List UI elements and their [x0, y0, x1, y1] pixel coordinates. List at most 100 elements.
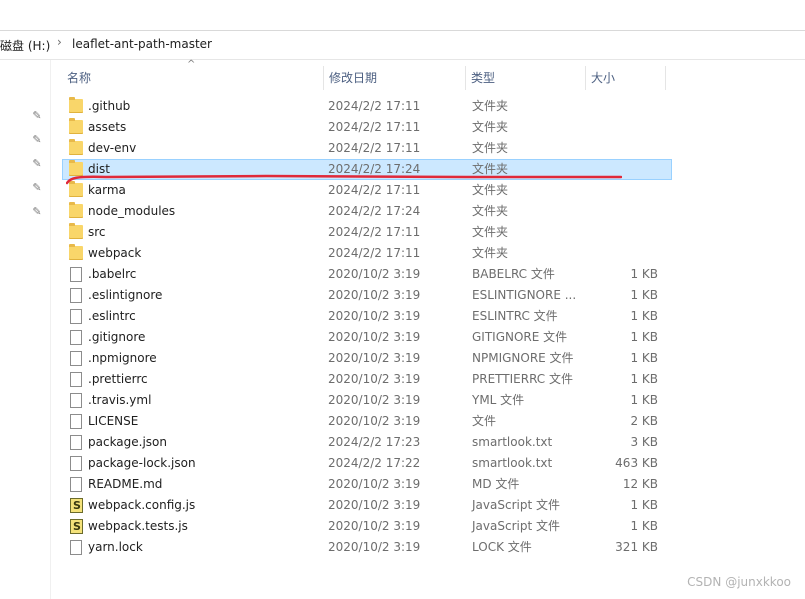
file-name: .npmignore [88, 351, 157, 365]
folder-icon [69, 202, 83, 218]
file-row[interactable]: README.md 2020/10/2 3:19 MD 文件 12 KB [62, 474, 672, 495]
file-icon [70, 330, 82, 345]
file-icon [70, 540, 82, 555]
file-type: ESLINTIGNORE ... [472, 288, 577, 302]
file-size: 321 KB [615, 540, 658, 554]
file-icon [70, 414, 82, 429]
file-row[interactable]: assets 2024/2/2 17:11 文件夹 [62, 117, 672, 138]
folder-icon [69, 244, 83, 260]
pin-icon[interactable]: ✎ [31, 206, 43, 218]
folder-icon [69, 139, 83, 155]
file-row[interactable]: .travis.yml 2020/10/2 3:19 YML 文件 1 KB [62, 390, 672, 411]
file-icon [70, 393, 82, 408]
file-date: 2024/2/2 17:11 [328, 141, 421, 155]
file-row[interactable]: src 2024/2/2 17:11 文件夹 [62, 222, 672, 243]
file-icon [70, 351, 82, 366]
column-header-name-label: 名称 [67, 71, 92, 85]
address-bar[interactable]: 磁盘 (H:) › leaflet-ant-path-master [0, 30, 805, 60]
file-type: 文件夹 [472, 99, 509, 113]
file-date: 2020/10/2 3:19 [328, 540, 421, 554]
file-size: 1 KB [630, 351, 658, 365]
file-type: GITIGNORE 文件 [472, 330, 568, 344]
file-list: .github 2024/2/2 17:11 文件夹 assets 2024/2/2 1… [62, 96, 672, 558]
file-date: 2020/10/2 3:19 [328, 414, 421, 428]
column-header-type[interactable]: 类型 [466, 64, 586, 92]
breadcrumb-drive[interactable]: 磁盘 (H:) [0, 37, 50, 54]
file-size: 463 KB [615, 456, 658, 470]
pin-icon[interactable]: ✎ [31, 158, 43, 170]
file-row[interactable]: .babelrc 2020/10/2 3:19 BABELRC 文件 1 KB [62, 264, 672, 285]
folder-icon [69, 223, 83, 239]
file-date: 2020/10/2 3:19 [328, 393, 421, 407]
file-date: 2020/10/2 3:19 [328, 288, 421, 302]
file-type: LOCK 文件 [472, 540, 532, 554]
file-row[interactable]: node_modules 2024/2/2 17:24 文件夹 [62, 201, 672, 222]
file-name: LICENSE [88, 414, 139, 428]
file-row[interactable]: .prettierrc 2020/10/2 3:19 PRETTIERRC 文件 1 … [62, 369, 672, 390]
file-type: JavaScript 文件 [472, 519, 560, 533]
file-type: smartlook.txt [472, 456, 553, 470]
file-type: 文件夹 [472, 204, 509, 218]
pin-icon[interactable]: ✎ [31, 182, 43, 194]
file-row[interactable]: package.json 2024/2/2 17:23 smartlook.txt 3… [62, 432, 672, 453]
file-icon [70, 435, 82, 450]
navigation-pane: ✎ ✎ ✎ ✎ ✎ [0, 60, 51, 599]
file-date: 2020/10/2 3:19 [328, 477, 421, 491]
file-date: 2020/10/2 3:19 [328, 519, 421, 533]
file-date: 2020/10/2 3:19 [328, 351, 421, 365]
file-row[interactable]: LICENSE 2020/10/2 3:19 文件 2 KB [62, 411, 672, 432]
file-icon [70, 309, 82, 324]
file-type: 文件夹 [472, 141, 509, 155]
file-size: 1 KB [630, 309, 658, 323]
file-type: 文件夹 [472, 120, 509, 134]
file-size: 1 KB [630, 372, 658, 386]
file-row[interactable]: .eslintignore 2020/10/2 3:19 ESLINTIGNORE … [62, 285, 672, 306]
pin-icon[interactable]: ✎ [31, 134, 43, 146]
file-row[interactable]: dev-env 2024/2/2 17:11 文件夹 [62, 138, 672, 159]
pin-icon[interactable]: ✎ [31, 110, 43, 122]
column-header-type-label: 类型 [471, 71, 496, 85]
breadcrumb-chevron-icon[interactable]: › [57, 35, 62, 49]
file-row[interactable]: .npmignore 2020/10/2 3:19 NPMIGNORE 文件 1 KB [62, 348, 672, 369]
file-date: 2020/10/2 3:19 [328, 372, 421, 386]
file-size: 12 KB [622, 477, 658, 491]
column-header-size[interactable]: 大小 [586, 64, 666, 92]
file-size: 1 KB [630, 519, 658, 533]
file-icon [70, 477, 82, 492]
file-name: .eslintrc [88, 309, 136, 323]
file-type: BABELRC 文件 [472, 267, 555, 281]
folder-icon [69, 97, 83, 113]
column-header-row: ^ 名称 修改日期 类型 大小 [62, 59, 672, 92]
file-row[interactable]: yarn.lock 2020/10/2 3:19 LOCK 文件 321 KB [62, 537, 672, 558]
file-name: .travis.yml [88, 393, 152, 407]
file-name: .babelrc [88, 267, 137, 281]
file-row[interactable]: .gitignore 2020/10/2 3:19 GITIGNORE 文件 1 KB [62, 327, 672, 348]
file-size: 1 KB [630, 267, 658, 281]
file-type: MD 文件 [472, 477, 520, 491]
column-divider[interactable] [665, 66, 666, 90]
file-type: NPMIGNORE 文件 [472, 351, 574, 365]
file-size: 2 KB [630, 414, 658, 428]
file-name: webpack.tests.js [88, 519, 188, 533]
file-row[interactable]: webpack.tests.js 2020/10/2 3:19 JavaScript… [62, 516, 672, 537]
file-row[interactable]: .github 2024/2/2 17:11 文件夹 [62, 96, 672, 117]
file-size: 1 KB [630, 288, 658, 302]
file-name: .prettierrc [88, 372, 148, 386]
column-header-date-label: 修改日期 [329, 71, 378, 85]
file-name: dev-env [88, 141, 137, 155]
file-row[interactable]: package-lock.json 2024/2/2 17:22 smartlook… [62, 453, 672, 474]
breadcrumb-current-folder[interactable]: leaflet-ant-path-master [72, 37, 212, 51]
file-type: PRETTIERRC 文件 [472, 372, 573, 386]
file-name: src [88, 225, 106, 239]
file-type: 文件 [472, 414, 497, 428]
file-date: 2020/10/2 3:19 [328, 267, 421, 281]
file-type: 文件夹 [472, 246, 509, 260]
file-row[interactable]: .eslintrc 2020/10/2 3:19 ESLINTRC 文件 1 KB [62, 306, 672, 327]
file-date: 2024/2/2 17:11 [328, 225, 421, 239]
file-row[interactable]: webpack 2024/2/2 17:11 文件夹 [62, 243, 672, 264]
file-row[interactable]: webpack.config.js 2020/10/2 3:19 JavaScrip… [62, 495, 672, 516]
column-header-name[interactable]: 名称 [62, 64, 324, 92]
file-date: 2020/10/2 3:19 [328, 309, 421, 323]
file-type: YML 文件 [472, 393, 525, 407]
column-header-date[interactable]: 修改日期 [324, 64, 466, 92]
